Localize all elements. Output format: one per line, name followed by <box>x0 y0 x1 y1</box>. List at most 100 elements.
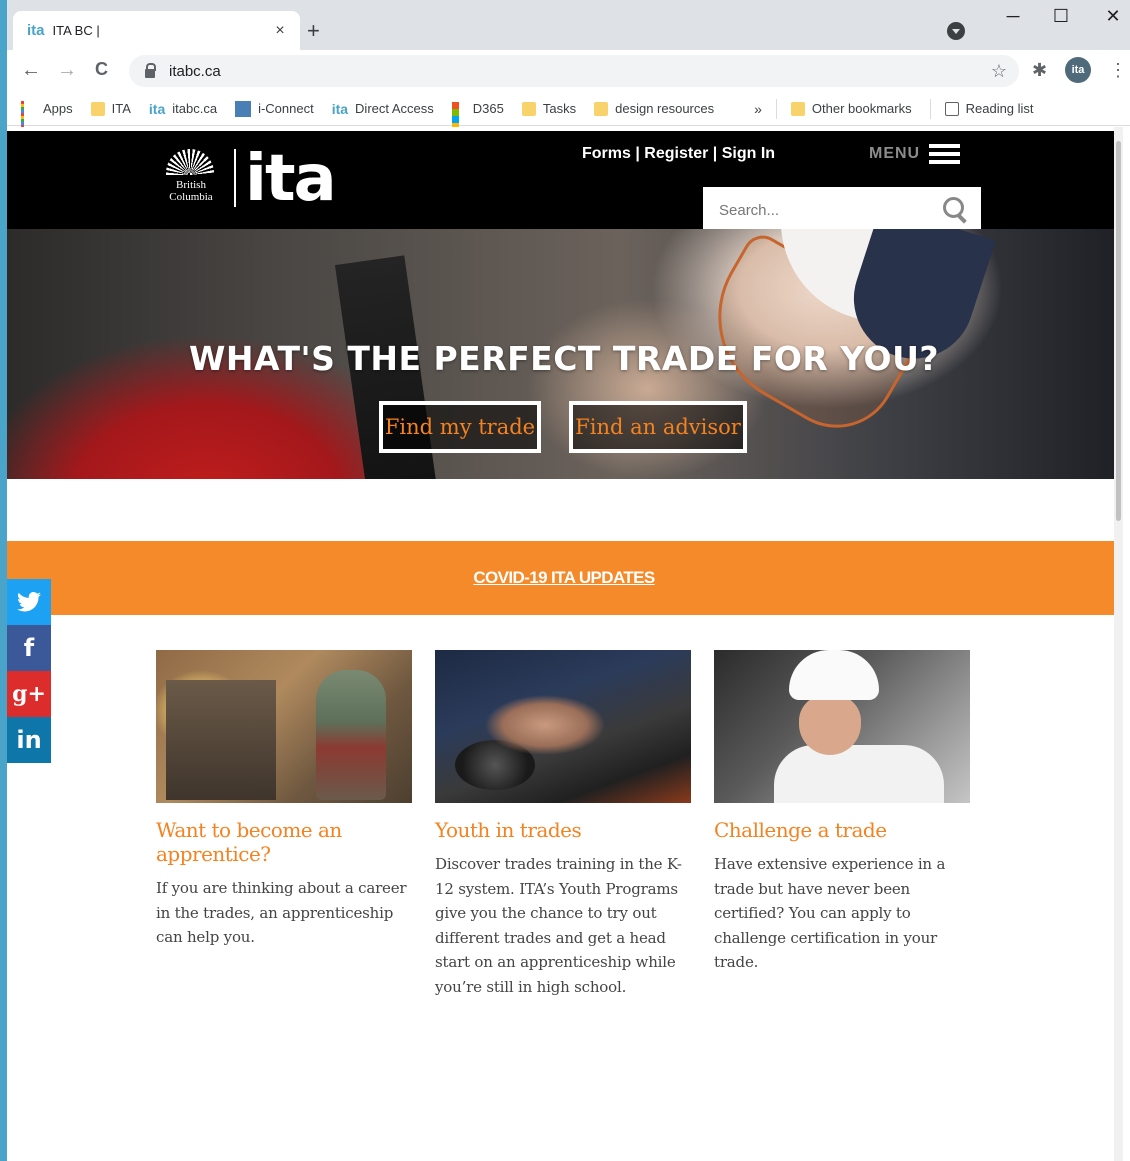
address-bar[interactable]: itabc.ca ☆ <box>129 55 1019 87</box>
bookmark-tasks[interactable]: Tasks <box>521 101 577 116</box>
bookmark-label: i-Connect <box>258 101 314 116</box>
challenge-photo[interactable] <box>714 650 970 803</box>
photo-detail <box>799 695 861 755</box>
profile-avatar[interactable]: ita <box>1065 57 1091 83</box>
browser-tab-active[interactable]: ita ITA BC | × <box>13 11 300 50</box>
photo-detail <box>774 745 944 803</box>
bc-logo-line2: Columbia <box>169 191 213 203</box>
ita-logo[interactable]: ita <box>245 139 337 219</box>
bookmark-label: ITA <box>111 101 131 116</box>
bookmark-d365[interactable]: D365 <box>451 101 504 130</box>
site-header: British Columbia ita Forms | Register | … <box>7 131 1121 233</box>
covid-updates-link[interactable]: COVID-19 ITA UPDATES <box>473 568 655 588</box>
menu-button[interactable]: MENU <box>869 144 961 164</box>
search-input[interactable] <box>703 187 943 233</box>
folder-icon <box>790 101 805 116</box>
card-title[interactable]: Youth in trades <box>435 818 691 842</box>
bookmark-iconnect[interactable]: i-Connect <box>235 100 314 117</box>
web-page: British Columbia ita Forms | Register | … <box>7 127 1121 1161</box>
bookmark-apps[interactable]: Apps <box>21 101 73 128</box>
back-arrow-icon[interactable]: ← <box>21 59 41 82</box>
apps-grid-icon <box>21 101 36 128</box>
bookmarks-divider <box>929 98 931 119</box>
reload-icon[interactable]: C <box>95 59 108 80</box>
minimize-button[interactable]: ─ <box>990 6 1036 27</box>
bookmark-label: Other bookmarks <box>811 101 912 116</box>
tab-search-icon[interactable] <box>947 22 965 40</box>
card-challenge[interactable]: Challenge a trade Have extensive experie… <box>714 650 970 975</box>
url-text[interactable]: itabc.ca <box>169 63 991 80</box>
bookmark-direct-access[interactable]: ita Direct Access <box>332 101 434 117</box>
tab-title: ITA BC | <box>52 23 100 38</box>
bookmark-label: Tasks <box>542 101 577 116</box>
microsoft-icon <box>451 101 466 130</box>
bookmarks-divider <box>775 98 777 119</box>
browser-menu-icon[interactable]: ⋮ <box>1109 60 1127 81</box>
photo-detail <box>166 680 276 800</box>
card-youth[interactable]: Youth in trades Discover trades training… <box>435 650 691 999</box>
facebook-icon[interactable]: f <box>7 625 51 671</box>
search-icon[interactable] <box>943 197 969 223</box>
scrollbar-thumb[interactable] <box>1116 141 1121 521</box>
logo-divider <box>234 149 236 207</box>
find-my-trade-button[interactable]: Find my trade <box>379 401 541 453</box>
browser-toolbar: ← → C itabc.ca ☆ ✱ ita ⋮ <box>7 50 1130 92</box>
card-title[interactable]: Challenge a trade <box>714 818 970 842</box>
lock-icon[interactable] <box>145 62 156 78</box>
page-scrollbar[interactable] <box>1114 127 1123 1161</box>
maximize-button[interactable]: ☐ <box>1038 6 1084 27</box>
bc-logo-line1: British <box>176 179 206 191</box>
tab-strip: ita ITA BC | × + ─ ☐ ✕ <box>7 0 1130 50</box>
top-links: Forms | Register | Sign In <box>582 145 775 163</box>
hero-banner: WHAT'S THE PERFECT TRADE FOR YOU? Find m… <box>7 229 1121 479</box>
register-link[interactable]: Register <box>644 145 708 162</box>
tab-close-icon[interactable]: × <box>270 22 290 40</box>
bookmark-label: itabc.ca <box>172 101 218 116</box>
card-text: Discover trades training in the K-12 sys… <box>435 855 682 996</box>
bc-sun-icon <box>166 149 214 175</box>
bookmark-itabc[interactable]: ita itabc.ca <box>149 101 217 117</box>
bookmark-other[interactable]: Other bookmarks <box>790 101 912 116</box>
bookmark-label: design resources <box>615 101 715 116</box>
reading-list-label: Reading list <box>965 101 1034 116</box>
bookmark-label: Direct Access <box>355 101 434 116</box>
extensions-puzzle-icon[interactable]: ✱ <box>1032 60 1047 81</box>
site-search <box>703 187 981 233</box>
hero-title: WHAT'S THE PERFECT TRADE FOR YOU? <box>188 339 940 378</box>
bookmarks-overflow-icon[interactable]: » <box>754 101 762 117</box>
bookmark-ita[interactable]: ITA <box>90 101 131 116</box>
folder-icon <box>594 101 609 116</box>
card-text: If you are thinking about a career in th… <box>156 879 407 946</box>
reading-list-icon <box>944 101 959 116</box>
ita-favicon-icon: ita <box>27 22 45 39</box>
ita-favicon-icon: ita <box>331 100 349 117</box>
link-separator: | <box>635 145 640 162</box>
folder-icon <box>90 101 105 116</box>
bc-government-logo[interactable]: British Columbia <box>156 149 226 209</box>
bookmark-label: D365 <box>472 101 504 116</box>
folder-icon <box>521 101 536 116</box>
bookmark-star-icon[interactable]: ☆ <box>991 61 1007 82</box>
sign-in-link[interactable]: Sign In <box>722 145 775 162</box>
find-an-advisor-button[interactable]: Find an advisor <box>569 401 747 453</box>
menu-label: MENU <box>869 145 921 162</box>
twitter-icon[interactable] <box>7 579 51 625</box>
bookmark-design-resources[interactable]: design resources <box>594 101 714 116</box>
bookmarks-bar: Apps ITA ita itabc.ca i-Connect ita Dire… <box>7 92 1130 130</box>
card-title[interactable]: Want to become an apprentice? <box>156 818 412 866</box>
covid-updates-banner: COVID-19 ITA UPDATES <box>7 541 1121 615</box>
photo-detail <box>485 690 605 760</box>
photo-detail <box>316 670 386 800</box>
forms-link[interactable]: Forms <box>582 145 631 162</box>
close-window-button[interactable]: ✕ <box>1090 6 1130 27</box>
new-tab-button[interactable]: + <box>307 18 320 44</box>
photo-detail <box>789 650 879 700</box>
youth-photo[interactable] <box>435 650 691 803</box>
reading-list-button[interactable]: Reading list <box>944 101 1034 116</box>
google-plus-icon[interactable]: g+ <box>7 671 51 717</box>
apprentice-photo[interactable] <box>156 650 412 803</box>
linkedin-icon[interactable]: in <box>7 717 51 763</box>
iconnect-favicon-icon <box>235 100 252 117</box>
card-apprentice[interactable]: Want to become an apprentice? If you are… <box>156 650 412 950</box>
forward-arrow-icon[interactable]: → <box>57 59 77 82</box>
